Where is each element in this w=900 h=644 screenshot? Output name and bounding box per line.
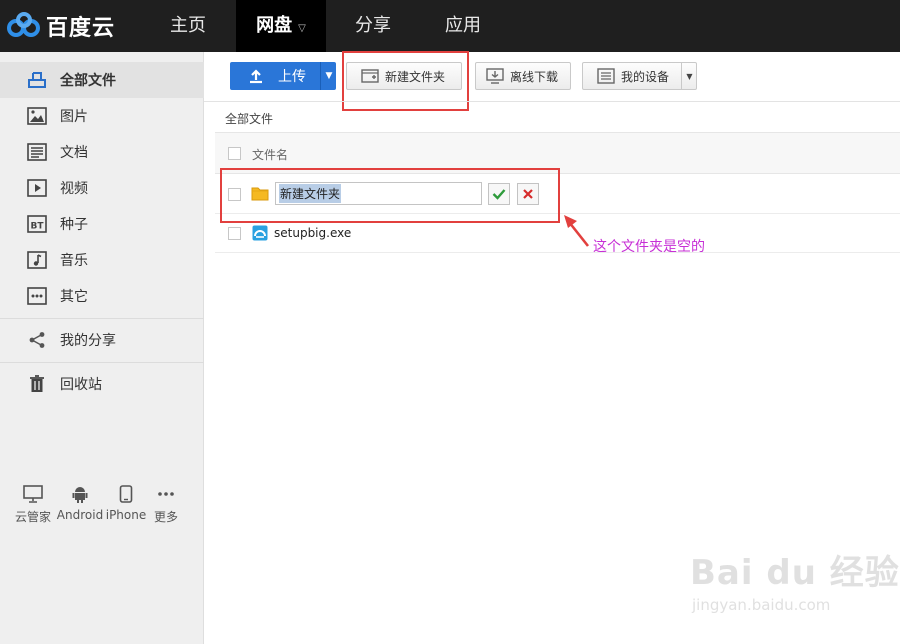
sidebar-item-images[interactable]: 图片 <box>0 98 204 134</box>
annotation-arrow-icon <box>564 215 590 247</box>
video-icon <box>26 177 48 199</box>
upload-box-icon <box>26 69 48 91</box>
highlight-box-new-folder <box>342 51 469 111</box>
watermark-url: jingyan.baidu.com <box>692 596 831 614</box>
sidebar-divider <box>0 362 204 363</box>
sidebar-item-label: 种子 <box>60 217 88 233</box>
sidebar-item-documents[interactable]: 文档 <box>0 134 204 170</box>
sidebar-item-label: 图片 <box>60 109 88 125</box>
nav-apps[interactable]: 应用 <box>425 0 501 52</box>
upload-label: 上传 <box>278 69 306 85</box>
sidebar-item-label: 回收站 <box>60 377 102 393</box>
device-label: 更多 <box>153 510 178 524</box>
trash-icon <box>26 373 48 395</box>
phone-icon <box>104 484 148 504</box>
row-divider <box>215 252 900 253</box>
caret-down-icon: ▼ <box>325 71 333 81</box>
annotation-text: 这个文件夹是空的 <box>593 239 705 255</box>
sidebar-item-label: 视频 <box>60 181 88 197</box>
nav-share[interactable]: 分享 <box>335 0 411 52</box>
baidu-cloud-logo[interactable]: 百度云 <box>6 8 115 44</box>
row-checkbox[interactable] <box>228 227 241 240</box>
sidebar-item-label: 全部文件 <box>60 73 116 89</box>
sidebar-item-other[interactable]: 其它 <box>0 278 204 314</box>
upload-button-group: 上传 ▼ <box>230 62 336 90</box>
watermark-title: Bai du 经验 <box>690 553 900 593</box>
sidebar: 全部文件 图片 文档 视频 BT 种子 音乐 其它 我的分享 回收站 云管家 A… <box>0 52 204 644</box>
monitor-icon <box>12 484 54 504</box>
cloud-logo-icon <box>7 12 40 37</box>
bt-icon: BT <box>26 213 48 235</box>
device-label: iPhone <box>105 508 147 522</box>
ellipsis-icon <box>150 484 182 504</box>
share-icon <box>26 329 48 351</box>
android-icon <box>56 484 104 504</box>
offline-download-label: 离线下载 <box>510 69 559 84</box>
nav-netdisk-label: 网盘 <box>256 15 293 36</box>
exe-file-icon <box>252 225 268 245</box>
sidebar-item-label: 我的分享 <box>60 333 116 349</box>
toolbar-divider <box>204 101 900 102</box>
nav-home[interactable]: 主页 <box>150 0 226 52</box>
file-name[interactable]: setupbig.exe <box>274 226 351 240</box>
logo-text: 百度云 <box>46 16 116 41</box>
sidebar-item-videos[interactable]: 视频 <box>0 170 204 206</box>
offline-download-icon <box>486 68 504 84</box>
sidebar-divider <box>0 318 204 319</box>
device-cloud-manager[interactable]: 云管家 <box>12 484 54 525</box>
sidebar-item-my-share[interactable]: 我的分享 <box>0 322 204 358</box>
baidu-jingyan-watermark: Bai du 经验 jingyan.baidu.com <box>690 545 900 614</box>
nav-netdisk[interactable]: 网盘 ▽ <box>236 0 326 52</box>
column-header-filename[interactable]: 文件名 <box>252 146 288 163</box>
sidebar-item-label: 音乐 <box>60 253 88 269</box>
sidebar-item-music[interactable]: 音乐 <box>0 242 204 278</box>
more-icon <box>26 285 48 307</box>
highlight-box-new-folder-row <box>220 168 560 223</box>
device-iphone[interactable]: iPhone <box>104 484 148 522</box>
music-icon <box>26 249 48 271</box>
my-devices-button[interactable]: 我的设备 ▼ <box>582 62 697 90</box>
offline-download-button[interactable]: 离线下载 <box>475 62 571 90</box>
upload-dropdown-toggle[interactable]: ▼ <box>320 62 337 90</box>
select-all-checkbox[interactable] <box>228 147 241 160</box>
image-icon <box>26 105 48 127</box>
svg-text:BT: BT <box>31 222 45 232</box>
my-devices-label: 我的设备 <box>621 69 670 84</box>
sidebar-item-label: 其它 <box>60 289 88 305</box>
chevron-down-icon: ▽ <box>298 23 306 34</box>
sidebar-item-label: 文档 <box>60 145 88 161</box>
breadcrumb[interactable]: 全部文件 <box>225 110 273 127</box>
sidebar-item-recycle-bin[interactable]: 回收站 <box>0 366 204 402</box>
device-list-icon <box>597 68 615 84</box>
device-android[interactable]: Android <box>56 484 104 522</box>
upload-button[interactable]: 上传 <box>230 62 320 90</box>
dropdown-caret-icon[interactable]: ▼ <box>681 63 697 89</box>
upload-arrow-icon <box>248 68 264 84</box>
document-icon <box>26 141 48 163</box>
sidebar-item-all-files[interactable]: 全部文件 <box>0 62 204 98</box>
device-label: 云管家 <box>14 510 51 524</box>
device-label: Android <box>56 508 104 522</box>
sidebar-item-torrents[interactable]: BT 种子 <box>0 206 204 242</box>
device-more[interactable]: 更多 <box>150 484 182 525</box>
